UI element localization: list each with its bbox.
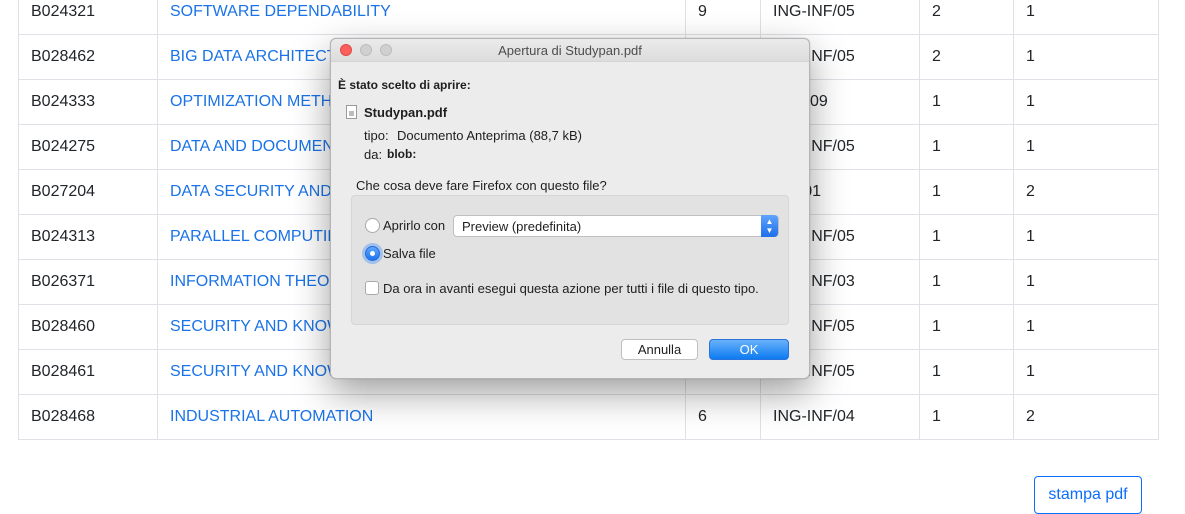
cell-period: 2 [1013, 394, 1159, 440]
action-question: Che cosa deve fare Firefox con questo fi… [356, 178, 607, 193]
app-select[interactable]: Preview (predefinita) ▲ ▼ [453, 215, 779, 237]
cell-period: 1 [1013, 79, 1159, 125]
table-row: B024321 SOFTWARE DEPENDABILITY 9 ING-INF/05… [18, 0, 1159, 35]
cell-code: B024333 [18, 79, 158, 125]
print-pdf-button[interactable]: stampa pdf [1034, 476, 1142, 514]
cell-period: 2 [1013, 169, 1159, 215]
cell-year: 1 [919, 304, 1014, 350]
open-with-label[interactable]: Aprirlo con [383, 218, 445, 233]
cell-period: 1 [1013, 124, 1159, 170]
cell-period: 1 [1013, 259, 1159, 305]
chosen-heading: È stato scelto di aprire: [338, 78, 471, 92]
table-row: B028468 INDUSTRIAL AUTOMATION 6 ING-INF/04 1… [18, 394, 1159, 440]
save-file-radio[interactable] [365, 246, 380, 261]
cell-year: 1 [919, 79, 1014, 125]
select-arrows-icon: ▲ ▼ [761, 215, 778, 237]
from-label: da: [364, 147, 383, 162]
cell-year: 2 [919, 0, 1014, 35]
cell-code: B028468 [18, 394, 158, 440]
cell-ssd: ING-INF/04 [760, 394, 920, 440]
cell-code: B028461 [18, 349, 158, 395]
cell-year: 1 [919, 349, 1014, 395]
cell-year: 1 [919, 394, 1014, 440]
save-file-label[interactable]: Salva file [383, 246, 436, 261]
cell-ssd: ING-INF/05 [760, 0, 920, 35]
action-options-group: Aprirlo con Preview (predefinita) ▲ ▼ Sal… [351, 195, 789, 325]
type-value: Documento Anteprima (88,7 kB) [397, 128, 582, 143]
cell-code: B024275 [18, 124, 158, 170]
app-select-value: Preview (predefinita) [462, 219, 582, 234]
cell-year: 1 [919, 214, 1014, 260]
remember-choice-label[interactable]: Da ora in avanti esegui questa azione pe… [383, 281, 759, 296]
course-link[interactable]: SOFTWARE DEPENDABILITY [170, 3, 391, 20]
cell-code: B026371 [18, 259, 158, 305]
from-value: blob: [387, 147, 417, 161]
cell-code: B024321 [18, 0, 158, 35]
cell-year: 1 [919, 259, 1014, 305]
dialog-title: Apertura di Studypan.pdf [498, 43, 642, 58]
course-link[interactable]: PARALLEL COMPUTING [170, 228, 351, 245]
course-link[interactable]: INDUSTRIAL AUTOMATION [170, 408, 373, 425]
pdf-file-icon [346, 105, 357, 119]
remember-choice-checkbox[interactable] [365, 281, 379, 295]
cell-period: 1 [1013, 349, 1159, 395]
cell-cfu: 6 [685, 394, 761, 440]
course-link[interactable]: INFORMATION THEORY [170, 273, 351, 290]
cell-name: INDUSTRIAL AUTOMATION [157, 394, 686, 440]
cell-name: SOFTWARE DEPENDABILITY [157, 0, 686, 35]
cell-period: 1 [1013, 304, 1159, 350]
cell-year: 1 [919, 124, 1014, 170]
cell-year: 2 [919, 34, 1014, 80]
cell-cfu: 9 [685, 0, 761, 35]
cell-code: B024313 [18, 214, 158, 260]
open-with-radio[interactable] [365, 218, 380, 233]
file-open-dialog: Apertura di Studypan.pdf È stato scelto … [330, 38, 810, 379]
cell-code: B028460 [18, 304, 158, 350]
file-name: Studypan.pdf [364, 105, 448, 120]
cell-code: B027204 [18, 169, 158, 215]
dialog-titlebar: Apertura di Studypan.pdf [331, 39, 809, 62]
cell-period: 1 [1013, 34, 1159, 80]
cancel-button[interactable]: Annulla [621, 339, 698, 360]
cell-period: 1 [1013, 0, 1159, 35]
cell-year: 1 [919, 169, 1014, 215]
cell-code: B028462 [18, 34, 158, 80]
cell-period: 1 [1013, 214, 1159, 260]
ok-button[interactable]: OK [709, 339, 789, 360]
type-label: tipo: [364, 128, 389, 143]
